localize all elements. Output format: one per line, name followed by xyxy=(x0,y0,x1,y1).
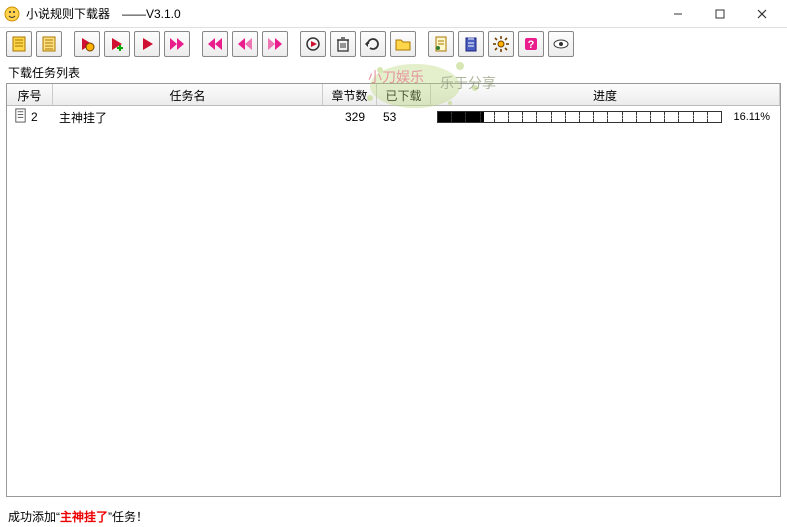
task-list-button[interactable] xyxy=(36,31,62,57)
rewind-button[interactable] xyxy=(202,31,228,57)
col-seq[interactable]: 序号 xyxy=(7,84,53,105)
document-icon xyxy=(13,108,28,126)
settings-button[interactable] xyxy=(488,31,514,57)
cell-name: 主神挂了 xyxy=(53,107,323,128)
play-settings-button[interactable] xyxy=(74,31,100,57)
app-icon xyxy=(4,6,20,22)
status-prefix: 成功添加“ xyxy=(8,508,60,525)
seq-text: 2 xyxy=(31,110,38,124)
refresh-cycle-button[interactable] xyxy=(300,31,326,57)
col-progress[interactable]: 进度 xyxy=(431,84,780,105)
col-chapters[interactable]: 章节数 xyxy=(323,84,377,105)
svg-text:?: ? xyxy=(528,39,535,51)
cell-seq: 2 xyxy=(7,106,53,128)
status-suffix: ”任务！ xyxy=(108,508,148,525)
table-header: 序号 任务名 章节数 已下载 进度 xyxy=(7,84,780,106)
section-label: 下载任务列表 xyxy=(0,60,787,83)
maximize-button[interactable] xyxy=(699,2,741,26)
fast-forward-button[interactable] xyxy=(164,31,190,57)
close-button[interactable] xyxy=(741,2,783,26)
cell-chapters: 329 xyxy=(323,108,377,126)
task-table: 序号 任务名 章节数 已下载 进度 2 主神挂了 329 53 16.11% xyxy=(6,83,781,497)
cell-progress: 16.11% xyxy=(431,109,780,125)
help-button[interactable]: ? xyxy=(518,31,544,57)
delete-button[interactable] xyxy=(330,31,356,57)
toolbar: ? xyxy=(0,28,787,60)
play-button[interactable] xyxy=(134,31,160,57)
folder-open-button[interactable] xyxy=(390,31,416,57)
progress-bar xyxy=(437,111,722,123)
cell-downloaded: 53 xyxy=(377,108,431,126)
table-row[interactable]: 2 主神挂了 329 53 16.11% xyxy=(7,106,780,128)
status-bar: 成功添加“主神挂了”任务！ xyxy=(0,505,787,527)
minimize-button[interactable] xyxy=(657,2,699,26)
view-button[interactable] xyxy=(548,31,574,57)
window-title: 小说规则下载器 ——V3.1.0 xyxy=(26,5,657,22)
titlebar: 小说规则下载器 ——V3.1.0 xyxy=(0,0,787,28)
reload-button[interactable] xyxy=(360,31,386,57)
skip-back-button[interactable] xyxy=(232,31,258,57)
progress-percent: 16.11% xyxy=(728,111,770,123)
clipboard-button[interactable] xyxy=(458,31,484,57)
document-button[interactable] xyxy=(428,31,454,57)
new-task-button[interactable] xyxy=(6,31,32,57)
col-name[interactable]: 任务名 xyxy=(53,84,323,105)
skip-forward-button[interactable] xyxy=(262,31,288,57)
col-downloaded[interactable]: 已下载 xyxy=(377,84,431,105)
play-plus-button[interactable] xyxy=(104,31,130,57)
status-highlight: 主神挂了 xyxy=(60,508,108,525)
